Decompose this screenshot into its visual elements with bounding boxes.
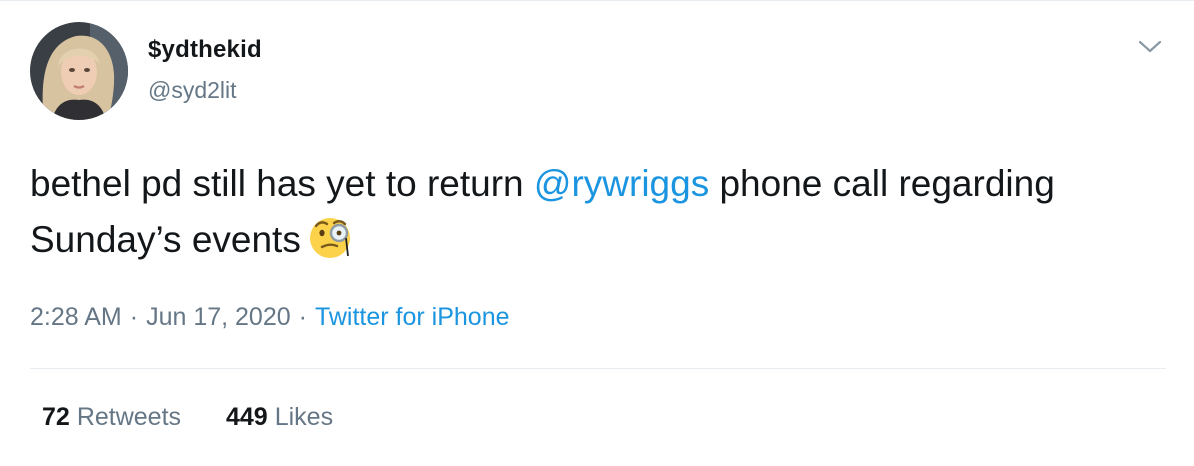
meta-separator: · (129, 303, 139, 331)
display-name[interactable]: $ydthekid (148, 36, 262, 64)
retweets-stat[interactable]: 72 Retweets (42, 403, 181, 432)
tweet-meta: 2:28 AM · Jun 17, 2020 · Twitter for iPhone (30, 303, 510, 332)
tweet-stats: 72 Retweets 449 Likes (42, 403, 371, 432)
chevron-down-icon (1138, 40, 1162, 53)
avatar[interactable] (30, 22, 128, 120)
meta-separator: · (298, 303, 307, 331)
divider (30, 368, 1166, 369)
tweet-card: $ydthekid @syd2lit bethel pd still has y… (0, 0, 1194, 466)
tweet-time[interactable]: 2:28 AM (30, 303, 122, 331)
tweet-source-link[interactable]: Twitter for iPhone (315, 303, 510, 331)
retweets-label: Retweets (76, 403, 182, 431)
user-handle[interactable]: @syd2lit (148, 77, 237, 104)
retweets-count: 72 (42, 403, 70, 431)
avatar-image (30, 22, 128, 120)
likes-stat[interactable]: 449 Likes (226, 403, 333, 432)
mention-link[interactable]: @rywriggs (534, 163, 709, 204)
likes-count: 449 (225, 403, 268, 431)
more-options-button[interactable] (1136, 34, 1164, 60)
tweet-text: bethel pd still has yet to return @rywri… (30, 156, 1150, 278)
tweet-text-part: bethel pd still has yet to return (30, 163, 534, 204)
monocle-face-emoji-icon (307, 212, 357, 278)
likes-label: Likes (274, 403, 334, 431)
tweet-date[interactable]: Jun 17, 2020 (146, 303, 291, 331)
